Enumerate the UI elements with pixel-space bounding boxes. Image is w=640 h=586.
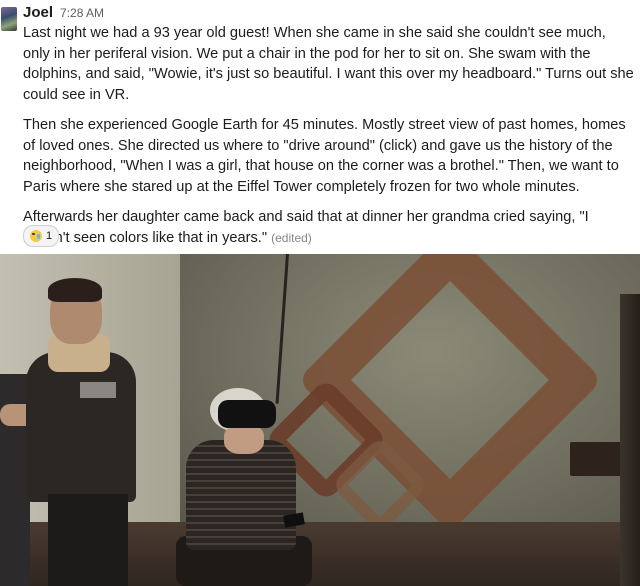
vr-headset-icon bbox=[218, 400, 276, 428]
standing-man-hair bbox=[48, 278, 102, 302]
message-paragraph: Last night we had a 93 year old guest! W… bbox=[23, 25, 634, 103]
message-paragraph: Afterwards her daughter came back and sa… bbox=[23, 207, 635, 248]
edited-label: (edited) bbox=[271, 230, 312, 245]
shirt-logo bbox=[80, 382, 116, 398]
timestamp[interactable]: 7:28 AM bbox=[60, 6, 104, 20]
seated-woman-body bbox=[186, 440, 296, 550]
standing-man-body bbox=[26, 352, 136, 502]
avatar[interactable] bbox=[1, 7, 17, 31]
author-name[interactable]: Joel bbox=[23, 4, 53, 21]
crying-joy-emoji-icon bbox=[30, 230, 42, 242]
seated-woman-face bbox=[224, 424, 264, 454]
standing-man-legs bbox=[48, 494, 128, 586]
reaction-pill[interactable]: 1 bbox=[23, 225, 60, 247]
right-wall-edge bbox=[620, 294, 640, 586]
message-paragraph: Then she experienced Google Earth for 45… bbox=[23, 117, 626, 195]
message: Joel 7:28 AM Last night we had a 93 year… bbox=[0, 0, 640, 254]
message-body: Last night we had a 93 year old guest! W… bbox=[23, 23, 635, 258]
photo-attachment[interactable] bbox=[0, 254, 640, 586]
reaction-count: 1 bbox=[46, 230, 53, 242]
